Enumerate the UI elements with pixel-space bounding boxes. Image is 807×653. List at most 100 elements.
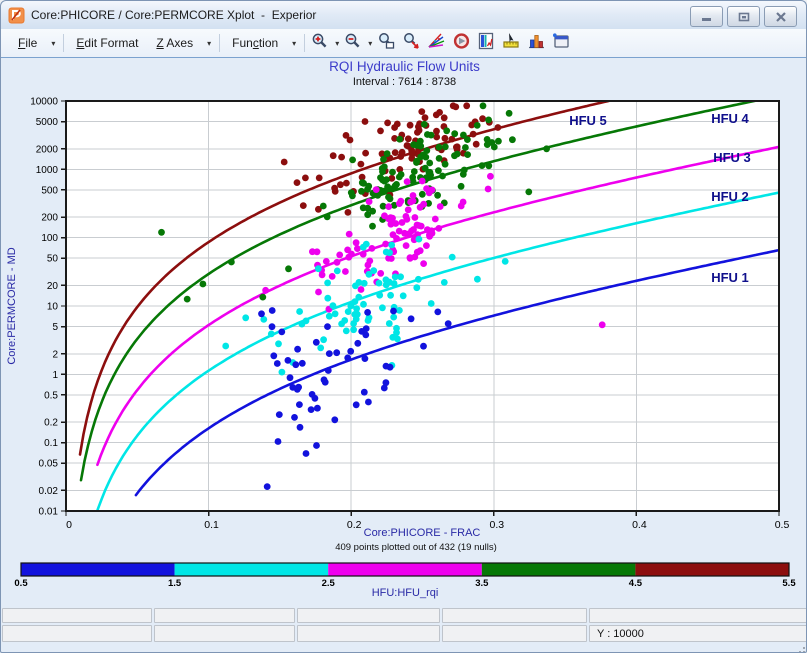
zoom-in-icon (311, 32, 330, 55)
svg-text:2.5: 2.5 (322, 578, 336, 589)
svg-text:0.1: 0.1 (44, 438, 58, 449)
svg-text:HFU 3: HFU 3 (713, 150, 751, 165)
record-icon (452, 32, 471, 55)
menu-dropdown-function[interactable]: ▾ (287, 35, 301, 52)
resize-grip[interactable] (795, 645, 806, 653)
menu-dropdown-file[interactable]: ▾ (46, 35, 60, 52)
svg-text:3.5: 3.5 (475, 578, 489, 589)
svg-text:5: 5 (52, 322, 58, 333)
close-icon (775, 12, 787, 22)
zoom-in-dropdown[interactable]: ▾ (333, 39, 341, 48)
zoom-in-button[interactable] (308, 32, 333, 54)
histogram-icon (527, 32, 546, 55)
xplot-canvas[interactable]: 10000 5000 2000 1000 500 200 100 50 20 10 5 2 1 0.5 0.… (1, 93, 807, 608)
svg-text:0.2: 0.2 (347, 519, 362, 531)
status-cell (2, 608, 152, 623)
chart-header: RQI Hydraulic Flow Units Interval : 7614… (1, 58, 807, 90)
status-bar: Y : 10000 (1, 608, 807, 644)
colorbar-label: HFU:HFU_rqi (372, 587, 439, 599)
new-window-icon (552, 32, 571, 55)
new-window-button[interactable] (549, 32, 574, 54)
chart-title: RQI Hydraulic Flow Units (1, 58, 807, 75)
svg-text:5000: 5000 (36, 117, 59, 128)
status-cell (297, 625, 440, 642)
svg-text:0.2: 0.2 (44, 418, 58, 429)
status-cell (297, 608, 440, 623)
status-cell (442, 608, 587, 623)
zoom-box-icon (377, 32, 396, 55)
menu-separator (219, 34, 220, 52)
zoom-pick-button[interactable] (399, 32, 424, 54)
svg-text:0.05: 0.05 (39, 459, 59, 470)
svg-text:0.02: 0.02 (39, 486, 59, 497)
svg-text:0.5: 0.5 (14, 578, 28, 589)
maximize-icon (738, 12, 750, 22)
app-icon (8, 7, 25, 24)
svg-text:0.1: 0.1 (204, 519, 219, 531)
chart-subtitle: Interval : 7614 : 8738 (1, 75, 807, 90)
svg-text:100: 100 (41, 233, 58, 244)
pick-ruler-button[interactable] (499, 32, 524, 54)
svg-text:20: 20 (47, 281, 59, 292)
svg-text:HFU 4: HFU 4 (711, 111, 749, 126)
status-cell (154, 608, 295, 623)
svg-text:1: 1 (52, 370, 58, 381)
minimize-button[interactable] (690, 6, 723, 27)
histogram-button[interactable] (524, 32, 549, 54)
x-axis-label: Core:PHICORE - FRAC (364, 527, 481, 539)
svg-text:0.4: 0.4 (632, 519, 647, 531)
zoom-box-button[interactable] (374, 32, 399, 54)
fan-plot-button[interactable] (424, 32, 449, 54)
zoom-out-button[interactable] (341, 32, 366, 54)
zoom-pick-icon (402, 32, 421, 55)
svg-text:50: 50 (47, 254, 59, 265)
menu-item-function[interactable]: Function (223, 32, 287, 54)
svg-text:1.5: 1.5 (168, 578, 182, 589)
svg-text:0.01: 0.01 (39, 507, 59, 518)
svg-text:200: 200 (41, 213, 58, 224)
status-cell (2, 625, 152, 642)
zoom-out-icon (344, 32, 363, 55)
pick-ruler-icon (502, 32, 521, 55)
status-cell: Y : 10000 (589, 625, 807, 642)
svg-text:HFU 2: HFU 2 (711, 189, 749, 204)
menu-item-z-axes[interactable]: Z Axes (147, 32, 202, 54)
close-button[interactable] (764, 6, 797, 27)
zoom-out-dropdown[interactable]: ▾ (366, 39, 374, 48)
window-title: Core:PHICORE / Core:PERMCORE Xplot - Exp… (31, 8, 316, 22)
menu-separator (63, 34, 64, 52)
svg-text:5.5: 5.5 (782, 578, 796, 589)
y-readout: Y : 10000 (597, 628, 644, 640)
svg-text:0.5: 0.5 (44, 390, 58, 401)
svg-text:10: 10 (47, 302, 59, 313)
app-window: Core:PHICORE / Core:PERMCORE Xplot - Exp… (0, 0, 807, 653)
y-axis-label: Core:PERMCORE - MD (6, 247, 18, 364)
svg-text:500: 500 (41, 185, 58, 196)
fan-plot-icon (427, 32, 446, 55)
minimize-icon (701, 12, 713, 22)
svg-text:HFU 5: HFU 5 (569, 113, 607, 128)
svg-text:2: 2 (52, 349, 58, 360)
title-bar: Core:PHICORE / Core:PERMCORE Xplot - Exp… (1, 1, 806, 29)
svg-text:1000: 1000 (36, 165, 59, 176)
menu-item-file[interactable]: File (9, 32, 46, 54)
color-log-icon (477, 32, 496, 55)
status-cell (589, 608, 807, 623)
menu-bar: File▾Edit FormatZ Axes▾Function▾▾▾ (1, 29, 806, 58)
points-count-note: 409 points plotted out of 432 (19 nulls) (335, 542, 497, 553)
colorbar: 0.51.52.53.54.55.5 (14, 563, 796, 589)
menu-dropdown-z-axes[interactable]: ▾ (202, 35, 216, 52)
svg-text:HFU 1: HFU 1 (711, 270, 749, 285)
svg-text:0.3: 0.3 (489, 519, 504, 531)
color-log-button[interactable] (474, 32, 499, 54)
record-button[interactable] (449, 32, 474, 54)
svg-text:0: 0 (66, 519, 72, 531)
status-cell (442, 625, 587, 642)
status-cell (154, 625, 295, 642)
menu-item-edit-format[interactable]: Edit Format (67, 32, 147, 54)
svg-text:0.5: 0.5 (775, 519, 790, 531)
svg-text:10000: 10000 (30, 97, 58, 108)
maximize-button[interactable] (727, 6, 760, 27)
menu-separator (304, 34, 305, 52)
svg-text:2000: 2000 (36, 144, 59, 155)
